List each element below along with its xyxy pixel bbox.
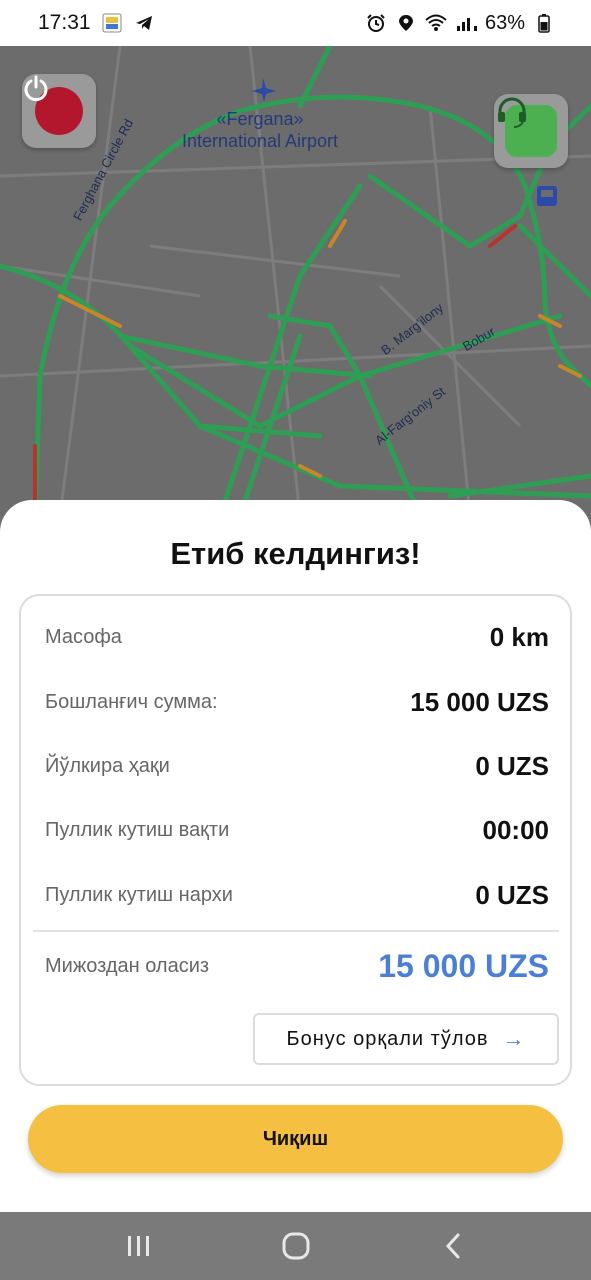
fare-row-wait-price: Пуллик кутиш нархи 0 UZS [45,880,549,911]
location-icon [395,12,417,34]
fare-row-label: Масофа [45,626,122,648]
fare-row-distance: Масофа 0 km [45,622,549,653]
fare-row-base-amount: Бошланғич сумма: 15 000 UZS [45,687,549,718]
sheet-title: Етиб келдингиз! [170,536,421,571]
telegram-icon [133,12,155,34]
support-button[interactable] [494,94,568,168]
pay-with-bonus-button[interactable]: Бонус орқали тўлов → [253,1013,559,1065]
alarm-icon [365,12,387,34]
fare-row-value: 15 000 UZS [410,687,549,717]
card-divider [33,930,559,932]
fare-row-value: 0 UZS [475,880,549,910]
wifi-icon [425,12,447,34]
system-nav-bar [0,1212,591,1280]
battery-icon [533,12,555,34]
trip-summary-sheet: Етиб келдингиз! Масофа 0 km Бошланғич су… [0,500,591,1212]
status-time: 17:31 [38,11,91,34]
recent-apps-icon[interactable] [109,1221,169,1271]
map-view[interactable]: «Fergana» International Airport Ferghana… [0,46,591,516]
home-icon[interactable] [266,1221,326,1271]
fare-row-value: 0 km [489,622,549,652]
headset-icon [498,97,557,157]
fare-row-label: Пуллик кутиш нархи [45,884,233,906]
airport-label: «Fergana» International Airport [150,108,370,152]
exit-button[interactable]: Чиқиш [28,1105,563,1173]
power-icon [24,75,83,135]
fare-row-label: Бошланғич сумма: [45,691,218,713]
total-label: Мижоздан оласиз [45,955,210,977]
fare-card: Масофа 0 km Бошланғич сумма: 15 000 UZS … [19,594,572,1086]
power-button[interactable] [22,74,96,148]
status-bar: 17:31 63% [0,0,591,46]
signal-icon [455,12,477,34]
fare-row-value: 0 UZS [475,751,549,781]
fare-row-trip-fare: Йўлкира ҳақи 0 UZS [45,751,549,782]
fare-row-total: Мижоздан оласиз 15 000 UZS [45,948,549,985]
arrow-right-icon: → [502,1026,526,1051]
fare-row-wait-time: Пуллик кутиш вақти 00:00 [45,815,549,846]
app-notification-icon [101,12,123,34]
bonus-button-label: Бонус орқали тўлов [286,1027,489,1050]
back-icon[interactable] [423,1221,483,1271]
total-value: 15 000 UZS [378,948,549,984]
fare-row-value: 00:00 [482,815,550,845]
fare-row-label: Йўлкира ҳақи [45,755,170,777]
battery-percent: 63% [484,11,525,34]
airport-label-line1: «Fergana» [216,109,304,129]
fare-row-label: Пуллик кутиш вақти [45,819,230,841]
airport-label-line2: International Airport [181,131,339,151]
